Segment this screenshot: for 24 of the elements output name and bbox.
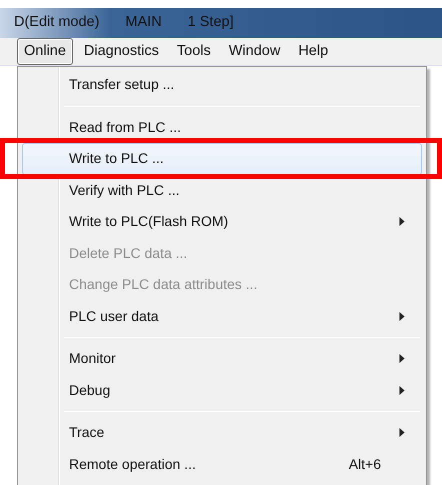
menu-item[interactable]: PLC user data	[22, 300, 422, 332]
submenu-arrow-icon	[399, 312, 405, 321]
menu-item[interactable]: Remote operation ... Alt+6	[22, 448, 422, 480]
menu-item[interactable]: Write to PLC(Flash ROM)	[22, 206, 422, 238]
menu-bar-item[interactable]: Diagnostics	[76, 38, 166, 66]
submenu-arrow-icon	[399, 354, 405, 364]
window-title: D(Edit mode)	[14, 13, 100, 32]
menu-bar-item[interactable]: Window	[222, 38, 288, 66]
menu-item[interactable]: Monitor	[22, 343, 422, 374]
window-title: MAIN	[125, 13, 162, 32]
menu-item[interactable]: Transfer setup ...	[22, 69, 422, 100]
menu-item[interactable]: Write to PLC ...	[22, 143, 422, 174]
submenu-arrow-icon	[399, 428, 405, 438]
menu-bar-item[interactable]: Tools	[170, 38, 218, 66]
menu-item[interactable]: Debug	[22, 374, 422, 406]
menu-item[interactable]: Verify with PLC ...	[22, 174, 422, 206]
submenu-arrow-icon	[399, 386, 405, 395]
menu-bar-item[interactable]: Help	[291, 38, 336, 66]
menu-item[interactable]: Read from PLC ...	[22, 112, 422, 143]
window-title: 1 Step]	[188, 13, 234, 32]
menu-item[interactable]: Trace	[22, 417, 422, 448]
submenu-arrow-icon	[399, 217, 405, 226]
shortcut-label: Alt+6	[348, 454, 381, 474]
menu-bar-item[interactable]: Online	[17, 38, 73, 66]
